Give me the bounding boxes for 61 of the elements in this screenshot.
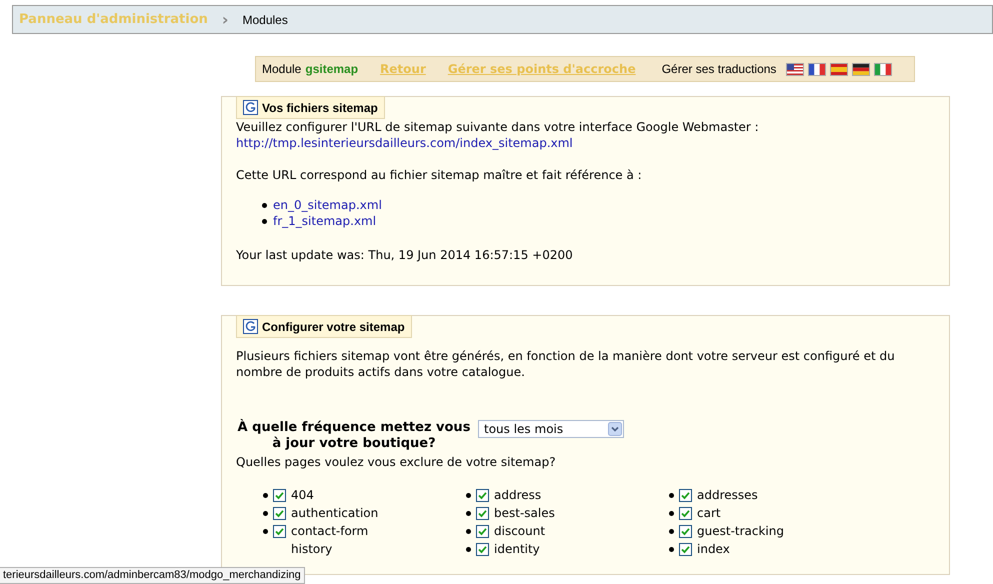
italy-flag-icon[interactable] — [874, 62, 892, 76]
checkbox[interactable] — [273, 488, 286, 502]
checkbox[interactable] — [679, 524, 692, 538]
last-update-text: Your last update was: Thu, 19 Jun 2014 16:57:15 +0200 — [236, 247, 574, 263]
frequency-label: À quelle fréquence mettez vous à jour votre boutique? — [236, 420, 472, 452]
google-g-icon — [243, 319, 258, 334]
checkbox[interactable] — [476, 488, 489, 502]
page-name: 404 — [291, 487, 314, 503]
intro-text: Plusieurs fichiers sitemap vont être générés, en fonction de la manière dont votre serveur est configuré et du nombre de produits actifs dans votre catalogue. — [236, 348, 896, 380]
bullet-icon — [669, 528, 674, 534]
checkbox[interactable] — [273, 506, 286, 520]
checkbox[interactable] — [273, 524, 286, 538]
google-g-icon — [243, 100, 258, 115]
bullet-icon — [466, 546, 471, 552]
bullet-icon — [669, 492, 674, 498]
sitemap-url-link[interactable]: http://tmp.lesinterieursdailleurs.com/index_sitemap.xml — [236, 136, 573, 150]
bullet-icon — [262, 218, 267, 224]
reference-text: Cette URL correspond au fichier sitemap maître et fait référence à : — [236, 167, 643, 183]
translations-label: Gérer ses traductions — [662, 62, 776, 76]
bullet-icon — [263, 492, 268, 498]
france-flag-icon[interactable] — [808, 62, 826, 76]
sitemap-file-link[interactable]: fr_1_sitemap.xml — [273, 213, 376, 229]
bullet-icon — [669, 546, 674, 552]
page-name: authentication — [291, 505, 378, 521]
module-name: gsitemap — [305, 62, 358, 76]
page-name: cart — [697, 505, 721, 521]
checkbox[interactable] — [476, 506, 489, 520]
bullet-icon — [262, 202, 267, 208]
legend-title: Vos fichiers sitemap — [262, 100, 378, 114]
frequency-dropdown[interactable]: tous les mois — [478, 420, 624, 438]
page-name: identity — [494, 541, 540, 557]
exclude-label: Quelles pages voulez vous exclure de votre sitemap? — [236, 454, 557, 470]
page-name: contact-form — [291, 523, 368, 539]
checkbox[interactable] — [476, 524, 489, 538]
bullet-icon — [669, 510, 674, 516]
status-bar: terieursdailleurs.com/adminbercam83/modgo_merchandizing — [0, 567, 305, 584]
bullet-icon — [466, 492, 471, 498]
page-name: best-sales — [494, 505, 555, 521]
page-name: addresses — [697, 487, 758, 503]
intro-text: Veuillez configurer l'URL de sitemap suivante dans votre interface Google Webmaster : — [236, 119, 760, 135]
page-name: address — [494, 487, 542, 503]
sitemap-file-link[interactable]: en_0_sitemap.xml — [273, 197, 382, 213]
bullet-icon — [263, 510, 268, 516]
legend-title: Configurer votre sitemap — [262, 320, 405, 334]
checkbox[interactable] — [679, 542, 692, 556]
germany-flag-icon[interactable] — [852, 62, 870, 76]
bullet-icon — [466, 528, 471, 534]
checkbox[interactable] — [679, 506, 692, 520]
bullet-icon — [466, 510, 471, 516]
spain-flag-icon[interactable] — [830, 62, 848, 76]
bullet-icon — [263, 528, 268, 534]
breadcrumb-separator: › — [222, 10, 228, 29]
checkbox[interactable] — [679, 488, 692, 502]
page-name: history — [291, 541, 332, 557]
module-label: Module — [262, 62, 302, 76]
page-name: guest-tracking — [697, 523, 784, 539]
page-name: discount — [494, 523, 546, 539]
breadcrumb-current: Modules — [242, 12, 288, 26]
page-name: index — [697, 541, 730, 557]
us-flag-icon[interactable] — [786, 62, 804, 76]
checkbox[interactable] — [476, 542, 489, 556]
